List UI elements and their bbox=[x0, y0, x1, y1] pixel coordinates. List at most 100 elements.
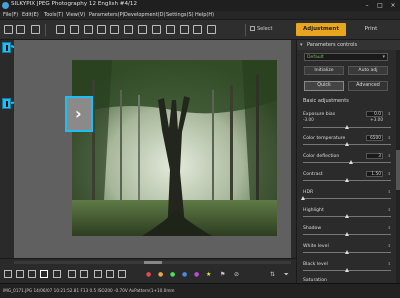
maximize-button[interactable]: □ bbox=[375, 1, 385, 10]
info-icon[interactable] bbox=[193, 25, 202, 34]
image-viewer[interactable]: › bbox=[14, 40, 291, 258]
menu-view[interactable]: View(V) bbox=[66, 12, 85, 18]
spinner-icon[interactable]: ⇕ bbox=[388, 189, 391, 194]
brush-icon[interactable] bbox=[152, 25, 161, 34]
green-label-icon[interactable]: ● bbox=[170, 271, 175, 278]
flag-icon[interactable]: ⚑ bbox=[220, 271, 225, 278]
param-value[interactable]: 3 bbox=[366, 153, 383, 159]
compare-view-icon[interactable] bbox=[53, 270, 61, 278]
close-button[interactable]: × bbox=[388, 1, 398, 10]
slider-track[interactable] bbox=[303, 160, 391, 164]
slider-track[interactable] bbox=[303, 214, 391, 218]
preset-dropdown[interactable]: Default ▾ bbox=[304, 53, 388, 61]
horizontal-scrollbar[interactable] bbox=[14, 261, 291, 264]
thumbnail-view-icon[interactable] bbox=[4, 270, 12, 278]
panel-scrollbar-thumb[interactable] bbox=[396, 150, 400, 190]
slider-knob[interactable] bbox=[345, 178, 349, 182]
spinner-icon[interactable]: ⇕ bbox=[388, 261, 391, 266]
menu-settings[interactable]: Settings(S) bbox=[166, 12, 194, 18]
param-label: Highlight bbox=[303, 208, 324, 213]
auto-adjust-button[interactable]: Auto adj bbox=[348, 66, 388, 75]
panel-header[interactable]: ▾ Parameters controls bbox=[297, 40, 400, 50]
collapse-icon[interactable]: ▾ bbox=[300, 42, 303, 48]
gradient-icon[interactable] bbox=[166, 25, 175, 34]
spinner-icon[interactable]: ⇕ bbox=[388, 171, 391, 176]
menu-file[interactable]: File(F) bbox=[3, 12, 18, 18]
slider-knob[interactable] bbox=[301, 196, 305, 200]
zoom-in-icon[interactable] bbox=[106, 270, 114, 278]
histogram-icon[interactable] bbox=[180, 25, 189, 34]
red-label-icon[interactable]: ● bbox=[146, 271, 151, 278]
previous-image-button[interactable]: › bbox=[65, 96, 93, 132]
slider-knob[interactable] bbox=[345, 250, 349, 254]
crop-icon[interactable] bbox=[56, 25, 65, 34]
slider-track[interactable] bbox=[301, 196, 391, 200]
slider-track[interactable] bbox=[303, 232, 391, 236]
adjustment-tab[interactable]: Adjustment bbox=[296, 23, 346, 36]
slider-track[interactable] bbox=[303, 142, 391, 146]
slider-knob[interactable] bbox=[345, 142, 349, 146]
single-view-icon[interactable] bbox=[40, 270, 48, 278]
param-label: Color temperature bbox=[303, 136, 346, 141]
rotate-icon[interactable] bbox=[70, 25, 79, 34]
menu-development[interactable]: Development(D) bbox=[124, 12, 165, 18]
slider-track[interactable] bbox=[303, 178, 391, 182]
list-view-icon[interactable] bbox=[16, 270, 24, 278]
print-tab[interactable]: Print bbox=[350, 23, 392, 36]
orange-label-icon[interactable]: ● bbox=[158, 271, 163, 278]
panel-scrollbar[interactable] bbox=[396, 50, 400, 283]
param-label: White level bbox=[303, 244, 329, 249]
reject-icon[interactable]: ⊘ bbox=[234, 271, 239, 278]
open-folder-icon[interactable] bbox=[4, 25, 13, 34]
parameters-panel: ▾ Parameters controls Default ▾ Initiali… bbox=[296, 40, 400, 283]
scrollbar-thumb[interactable] bbox=[144, 261, 162, 264]
grid-icon[interactable] bbox=[110, 25, 119, 34]
slider-track[interactable] bbox=[303, 268, 391, 272]
rotate-right-icon[interactable] bbox=[80, 270, 88, 278]
compare-icon[interactable] bbox=[124, 25, 133, 34]
slider-knob[interactable] bbox=[345, 214, 349, 218]
preset-value: Default bbox=[307, 55, 324, 60]
spinner-icon[interactable]: ⇕ bbox=[388, 153, 391, 158]
blue-label-icon[interactable]: ● bbox=[182, 271, 187, 278]
save-icon[interactable] bbox=[16, 25, 25, 34]
slider-knob[interactable] bbox=[345, 125, 349, 129]
slider-knob[interactable] bbox=[345, 232, 349, 236]
spinner-icon[interactable]: ⇕ bbox=[388, 225, 391, 230]
param-value[interactable]: 1.50 bbox=[366, 171, 383, 177]
spot-icon[interactable] bbox=[138, 25, 147, 34]
menu-parameters[interactable]: Parameters(P) bbox=[89, 12, 125, 18]
sort-icon[interactable]: ⇅ bbox=[270, 271, 275, 278]
forest-image bbox=[72, 60, 277, 236]
spinner-icon[interactable]: ⇕ bbox=[388, 111, 391, 116]
zoom-out-icon[interactable] bbox=[94, 270, 102, 278]
param-value[interactable]: 6500 bbox=[366, 135, 383, 141]
zoom-icon[interactable] bbox=[97, 25, 106, 34]
fit-window-icon[interactable] bbox=[118, 270, 126, 278]
panel-title: Parameters controls bbox=[307, 42, 358, 48]
quick-mode-button[interactable]: Quick bbox=[304, 81, 344, 91]
settings-icon[interactable] bbox=[207, 25, 216, 34]
slider-knob[interactable] bbox=[349, 160, 354, 164]
preview-view-icon[interactable] bbox=[28, 270, 36, 278]
slider-track[interactable] bbox=[303, 250, 391, 254]
filter-icon[interactable]: ⏷ bbox=[284, 271, 289, 279]
star-icon[interactable]: ★ bbox=[206, 271, 211, 278]
slider-knob[interactable] bbox=[345, 268, 349, 272]
select-button[interactable]: Select bbox=[250, 26, 272, 32]
slider-track[interactable] bbox=[303, 125, 391, 129]
fit-icon[interactable] bbox=[84, 25, 93, 34]
develop-icon[interactable] bbox=[31, 25, 40, 34]
spinner-icon[interactable]: ⇕ bbox=[388, 135, 391, 140]
menu-tools[interactable]: Tools(T) bbox=[44, 12, 63, 18]
rotate-left-icon[interactable] bbox=[68, 270, 76, 278]
param-min: -3.00 bbox=[303, 117, 314, 122]
minimize-button[interactable]: – bbox=[362, 1, 372, 10]
menu-help[interactable]: Help(H) bbox=[195, 12, 214, 18]
initialize-button[interactable]: Initialize bbox=[304, 66, 344, 75]
menu-edit[interactable]: Edit(E) bbox=[22, 12, 39, 18]
advanced-mode-button[interactable]: Advanced bbox=[348, 81, 388, 91]
spinner-icon[interactable]: ⇕ bbox=[388, 207, 391, 212]
purple-label-icon[interactable]: ● bbox=[194, 271, 199, 278]
spinner-icon[interactable]: ⇕ bbox=[388, 243, 391, 248]
